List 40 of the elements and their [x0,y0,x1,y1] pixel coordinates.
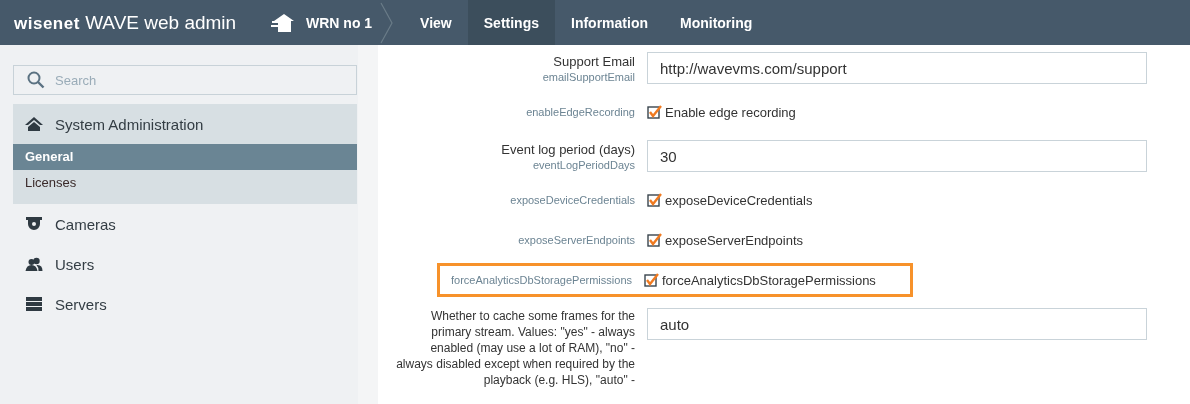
text-field[interactable]: 30 [647,140,1147,172]
checkbox-label: exposeServerEndpoints [665,232,804,248]
setting-key: exposeDeviceCredentials [510,193,635,207]
nav-tab[interactable]: View [404,0,468,45]
checkbox[interactable] [647,232,663,248]
sidebar-subitem[interactable]: Licenses [13,170,357,196]
sidebar-item[interactable]: Servers [13,284,357,324]
nav-tab[interactable]: Monitoring [664,0,769,45]
sidebar-subitem[interactable]: General [13,144,357,170]
search-field[interactable]: Search [13,65,357,95]
sidebar-item[interactable]: System Administration [13,104,357,144]
house-icon [25,117,43,131]
camera-icon [25,217,43,231]
setting-label: Support Email [553,52,635,70]
servers-icon [25,297,43,311]
logo[interactable]: wisenet WAVE web admin [0,11,248,34]
users-icon [25,257,43,271]
text-field[interactable]: http://wavevms.com/support [647,52,1147,84]
setting-key: enableEdgeRecording [526,105,635,119]
search-icon [27,71,45,89]
text-field[interactable]: auto [647,308,1147,340]
nav-tab[interactable]: Settings [467,0,555,45]
setting-key: exposeServerEndpoints [518,233,635,247]
breadcrumb-chevron-icon [380,0,395,45]
checkbox[interactable] [647,104,663,120]
system-link[interactable]: WRN no 1 [248,13,373,32]
checkbox[interactable] [647,192,663,208]
sidebar-item[interactable]: Users [13,244,357,284]
checkbox[interactable] [644,272,660,288]
setting-label: Event log period (days) [501,140,635,158]
checkbox-label: Enable edge recording [665,104,796,120]
sidebar-item[interactable]: Cameras [13,204,357,244]
checkbox-label: forceAnalyticsDbStoragePermissions [662,272,876,288]
nav-tab[interactable]: Information [555,0,664,45]
checkbox-label: exposeDeviceCredentials [665,192,813,208]
setting-key: emailSupportEmail [542,69,635,84]
setting-label: Whether to cache some frames for the primary stream. Values: "yes" - always enabled (may use a lot of RAM), "no" - always disabled except when required by the playback (e.g. HLS), "auto" - [395,308,635,388]
setting-key: eventLogPeriodDays [532,157,635,172]
house-icon [270,13,294,32]
setting-key: forceAnalyticsDbStoragePermissions [451,273,632,287]
